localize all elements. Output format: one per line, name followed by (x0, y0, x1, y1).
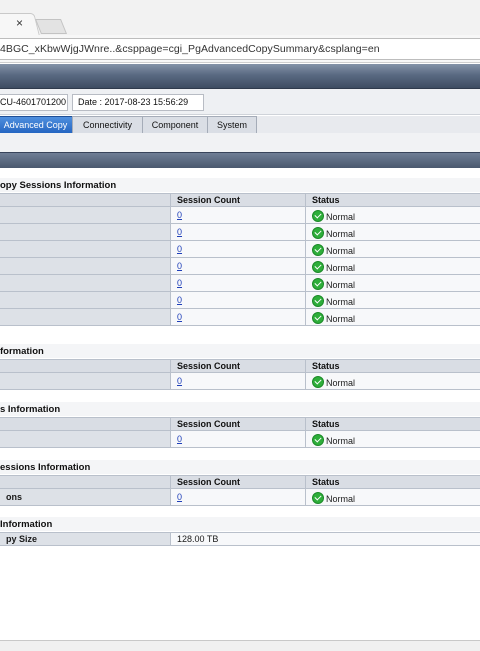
status-text: Normal (326, 229, 355, 239)
session-count-link[interactable]: 0 (177, 295, 182, 305)
tab-connectivity[interactable]: Connectivity (72, 116, 143, 134)
session-count-link[interactable]: 0 (177, 376, 182, 386)
browser-tabstrip (0, 0, 480, 35)
spacer (0, 133, 480, 152)
serial-number-box: CU-4601701200 (0, 94, 68, 111)
table-row: 0 Normal (0, 431, 480, 448)
session-count-header: Session Count (171, 194, 306, 207)
check-circle-icon (312, 261, 324, 273)
row-label (0, 292, 171, 309)
status-bar (0, 640, 480, 651)
table-row: 0 Normal (0, 275, 480, 292)
session-count-link[interactable]: 0 (177, 227, 182, 237)
section-4-title: essions Information (0, 461, 90, 474)
session-count-header: Session Count (171, 360, 306, 373)
section-2-title: formation (0, 345, 44, 358)
table-row: py Size 128.00 TB (0, 533, 480, 546)
status-text: Normal (326, 212, 355, 222)
row-label: ons (0, 489, 171, 506)
row-label (0, 275, 171, 292)
section-3-title: s Information (0, 403, 60, 416)
status-header: Status (306, 476, 480, 489)
table-row: 0 Normal (0, 373, 480, 390)
status-text: Normal (326, 280, 355, 290)
status-header: Status (306, 360, 480, 373)
row-label (0, 207, 171, 224)
row-label (0, 373, 171, 390)
row-label (0, 258, 171, 275)
status-text: Normal (326, 436, 355, 446)
url-text[interactable]: 4BGC_xKbwWjgJWnre..&csppage=cgi_PgAdvanc… (0, 43, 380, 55)
table-header-row: Session Count Status (0, 194, 480, 207)
table-header-row: Session Count Status (0, 418, 480, 431)
table-header-row: Session Count Status (0, 476, 480, 489)
table-row: 0 Normal (0, 309, 480, 326)
status-text: Normal (326, 378, 355, 388)
status-text: Normal (326, 246, 355, 256)
table-row: ons 0 Normal (0, 489, 480, 506)
status-header: Status (306, 194, 480, 207)
tab-advanced-copy[interactable]: Advanced Copy (0, 116, 73, 134)
copy-sessions-table: Session Count Status 0 Normal 0 Normal 0 No… (0, 193, 480, 326)
section-4-table: Session Count Status ons 0 Normal (0, 475, 480, 506)
row-label (0, 224, 171, 241)
section-3-table: Session Count Status 0 Normal (0, 417, 480, 448)
section-title-band (0, 402, 480, 416)
status-text: Normal (326, 297, 355, 307)
check-circle-icon (312, 312, 324, 324)
check-circle-icon (312, 376, 324, 388)
session-count-link[interactable]: 0 (177, 210, 182, 220)
tab-component[interactable]: Component (142, 116, 208, 134)
section-header-bar (0, 152, 480, 168)
app-header-bar (0, 64, 480, 89)
label-column-header (0, 360, 171, 373)
check-circle-icon (312, 244, 324, 256)
section-5-title: Information (0, 518, 52, 531)
row-label: py Size (0, 533, 171, 546)
check-circle-icon (312, 278, 324, 290)
row-label (0, 309, 171, 326)
copy-size-value: 128.00 TB (171, 533, 480, 546)
status-header: Status (306, 418, 480, 431)
check-circle-icon (312, 227, 324, 239)
session-count-link[interactable]: 0 (177, 278, 182, 288)
section-5-table: py Size 128.00 TB (0, 532, 480, 546)
table-row: 0 Normal (0, 207, 480, 224)
table-header-row: Session Count Status (0, 360, 480, 373)
section-2-table: Session Count Status 0 Normal (0, 359, 480, 390)
label-column-header (0, 418, 171, 431)
section-title-band (0, 344, 480, 358)
status-text: Normal (326, 263, 355, 273)
copy-sessions-title: opy Sessions Information (0, 179, 116, 192)
check-circle-icon (312, 434, 324, 446)
status-text: Normal (326, 314, 355, 324)
check-circle-icon (312, 492, 324, 504)
status-text: Normal (326, 494, 355, 504)
session-count-link[interactable]: 0 (177, 244, 182, 254)
session-count-link[interactable]: 0 (177, 261, 182, 271)
session-count-header: Session Count (171, 476, 306, 489)
table-row: 0 Normal (0, 292, 480, 309)
session-count-link[interactable]: 0 (177, 312, 182, 322)
section-title-band (0, 517, 480, 531)
session-count-link[interactable]: 0 (177, 492, 182, 502)
session-count-header: Session Count (171, 418, 306, 431)
label-column-header (0, 194, 171, 207)
session-count-link[interactable]: 0 (177, 434, 182, 444)
table-row: 0 Normal (0, 224, 480, 241)
table-row: 0 Normal (0, 241, 480, 258)
row-label (0, 431, 171, 448)
close-tab-icon[interactable]: × (16, 16, 23, 30)
check-circle-icon (312, 295, 324, 307)
check-circle-icon (312, 210, 324, 222)
table-row: 0 Normal (0, 258, 480, 275)
row-label (0, 241, 171, 258)
new-tab-button[interactable] (35, 19, 67, 34)
tab-system[interactable]: System (207, 116, 257, 134)
date-box: Date : 2017-08-23 15:56:29 (72, 94, 204, 111)
label-column-header (0, 476, 171, 489)
